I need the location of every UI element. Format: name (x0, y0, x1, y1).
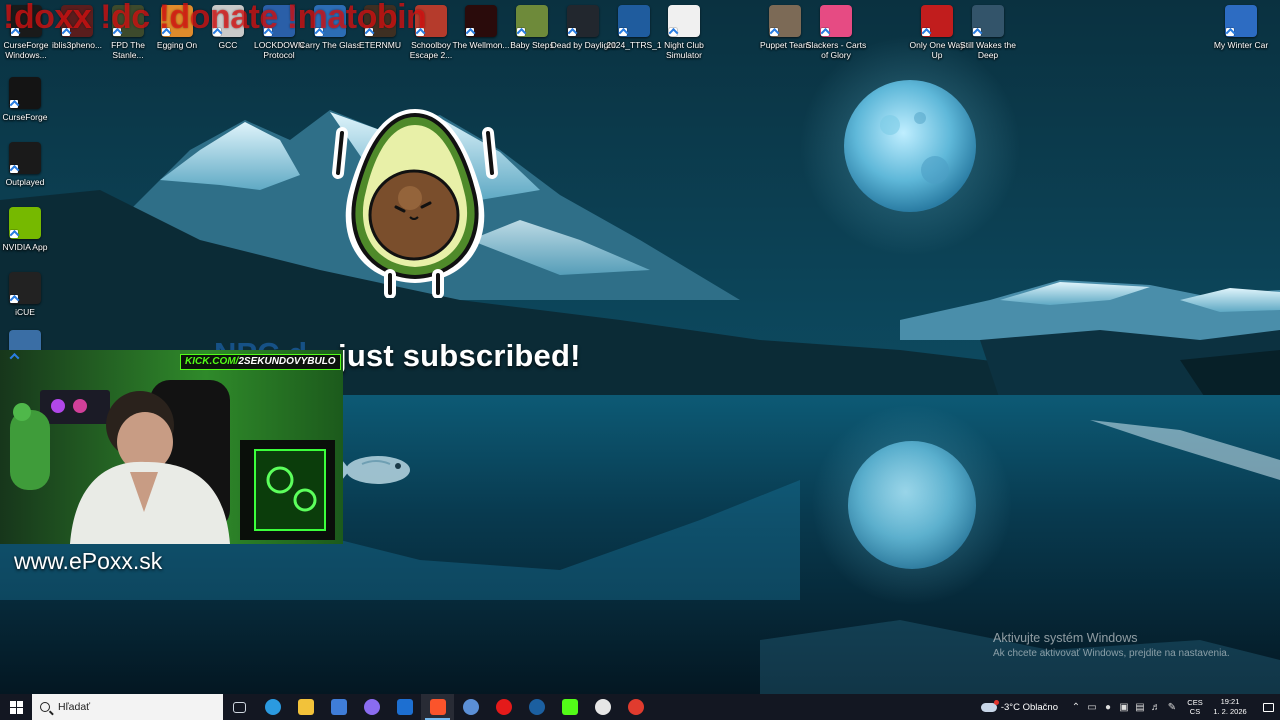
desktop-shortcut-label: Still Wakes the Deep (960, 40, 1016, 60)
moon (844, 80, 976, 212)
nvidia-app-icon (9, 207, 41, 239)
taskbar-pinned-apps (223, 694, 652, 720)
taskbar-app-button[interactable] (586, 694, 619, 720)
steam-icon (528, 699, 545, 715)
language-indicator[interactable]: CES CS (1184, 698, 1206, 716)
my-winter-car-icon (1225, 5, 1257, 37)
file-explorer-icon (297, 699, 314, 715)
ttrs-icon (618, 5, 650, 37)
taskbar-app-button[interactable] (454, 694, 487, 720)
clock-time: 19:21 (1220, 697, 1240, 706)
desktop-shortcut-label: My Winter Car (1213, 40, 1269, 50)
taskbar-search-box[interactable]: Hľadať (32, 694, 223, 720)
network-icon[interactable]: ▤ (1132, 694, 1148, 720)
desktop-shortcut[interactable]: CurseForge (0, 77, 57, 122)
taskbar-app-button[interactable] (223, 694, 256, 720)
icue-icon (9, 272, 41, 304)
taskbar-app-button[interactable] (520, 694, 553, 720)
wellmon-icon (465, 5, 497, 37)
night-club-simulator-icon (668, 5, 700, 37)
desktop-shortcut-label: Night Club Simulator (664, 40, 704, 60)
puppet-team-icon (769, 5, 801, 37)
notification-icon (1262, 702, 1274, 712)
taskbar-app-button[interactable] (487, 694, 520, 720)
obs-icon (594, 699, 611, 715)
cloud-icon (980, 699, 999, 712)
kick-prefix: KICK.COM/ (185, 356, 239, 367)
brave-icon (429, 699, 446, 715)
desktop-shortcut[interactable]: Still Wakes the Deep (956, 5, 1020, 60)
keyboard-layout: CS (1189, 707, 1201, 716)
volume-icon[interactable]: ♬ (1148, 694, 1164, 720)
clock-date: 1. 2. 2026 (1213, 707, 1247, 716)
pen-icon[interactable]: ✎ (1164, 694, 1180, 720)
desktop-shortcut[interactable]: My Winter Car (1209, 5, 1273, 50)
webcam-feed (0, 350, 343, 544)
desktop-shortcut-label: NVIDIA App (2, 242, 48, 252)
taskbar-app-button[interactable] (289, 694, 322, 720)
activation-watermark-title: Aktivujte systém Windows (993, 631, 1138, 645)
taskbar: Hľadať -3°C Oblačno ⌃ ▭ ● ▣ ▤ ♬ ✎ CES CS… (0, 694, 1280, 720)
website-url: www.ePoxx.sk (14, 548, 163, 574)
desktop-shortcut-label: Slackers - Carts of Glory (805, 40, 867, 60)
weather-text: -3°C Oblačno (1000, 701, 1058, 713)
usb-icon[interactable]: ▭ (1084, 694, 1100, 720)
curseforge-icon (9, 77, 41, 109)
task-view-icon (233, 701, 246, 713)
desktop-shortcut[interactable]: Slackers - Carts of Glory (804, 5, 868, 60)
language-code: CES (1187, 698, 1203, 707)
chevron-up-icon[interactable]: ⌃ (1068, 694, 1084, 720)
copilot-icon (363, 699, 380, 715)
desktop-shortcut-label: Outplayed (5, 177, 45, 187)
search-placeholder: Hľadať (58, 701, 91, 713)
dead-by-daylight-icon (567, 5, 599, 37)
taskbar-app-button[interactable] (421, 694, 454, 720)
search-icon (40, 702, 50, 712)
desktop-wallpaper (0, 0, 1280, 694)
taskbar-app-button[interactable] (355, 694, 388, 720)
taskbar-app-button[interactable] (619, 694, 652, 720)
opera-icon (495, 699, 512, 715)
notification-center-button[interactable] (1256, 694, 1280, 720)
taskbar-app-button[interactable] (388, 694, 421, 720)
desktop-shortcut-label: iCUE (15, 307, 35, 317)
desktop-shortcut[interactable]: Night Club Simulator (652, 5, 716, 60)
still-wakes-the-deep-icon (972, 5, 1004, 37)
microphone-icon[interactable]: ● (1100, 694, 1116, 720)
system-tray: -3°C Oblačno ⌃ ▭ ● ▣ ▤ ♬ ✎ CES CS 19:21 … (980, 694, 1280, 720)
kick-icon (561, 699, 578, 715)
microsoft-store-icon (330, 699, 347, 715)
display-icon[interactable]: ▣ (1116, 694, 1132, 720)
kick-channel-name: 2SEKUNDOVYBULO (238, 356, 336, 367)
activation-watermark-subtitle: Ak chcete aktivovať Windows, prejdite na… (993, 648, 1230, 659)
taskbar-app-button[interactable] (256, 694, 289, 720)
start-button[interactable] (0, 694, 32, 720)
edge-icon (264, 699, 281, 715)
clock[interactable]: 19:21 1. 2. 2026 (1210, 697, 1250, 717)
taskbar-app-button[interactable] (322, 694, 355, 720)
baby-steps-icon (516, 5, 548, 37)
subscription-alert-text: just subscribed! (338, 338, 581, 373)
desktop-shortcut-label: CurseForge (2, 112, 48, 122)
weather-widget[interactable]: -3°C Oblačno (980, 699, 1058, 713)
windows-logo-icon (9, 700, 23, 714)
blue-app-icon (462, 699, 479, 715)
desktop-shortcut[interactable]: Outplayed (0, 142, 57, 187)
only-one-way-up-icon (921, 5, 953, 37)
taskbar-app-button[interactable] (553, 694, 586, 720)
outplayed-icon (9, 142, 41, 174)
chrome-icon (627, 699, 644, 715)
outlook-icon (396, 699, 413, 715)
slackers-icon (820, 5, 852, 37)
avocado-sticker (332, 109, 498, 298)
desktop-shortcut[interactable]: iCUE (0, 272, 57, 317)
kick-channel-tag: KICK.COM/2SEKUNDOVYBULO (180, 354, 341, 370)
desktop-shortcut[interactable]: NVIDIA App (0, 207, 57, 252)
fish-graphic (342, 456, 410, 484)
